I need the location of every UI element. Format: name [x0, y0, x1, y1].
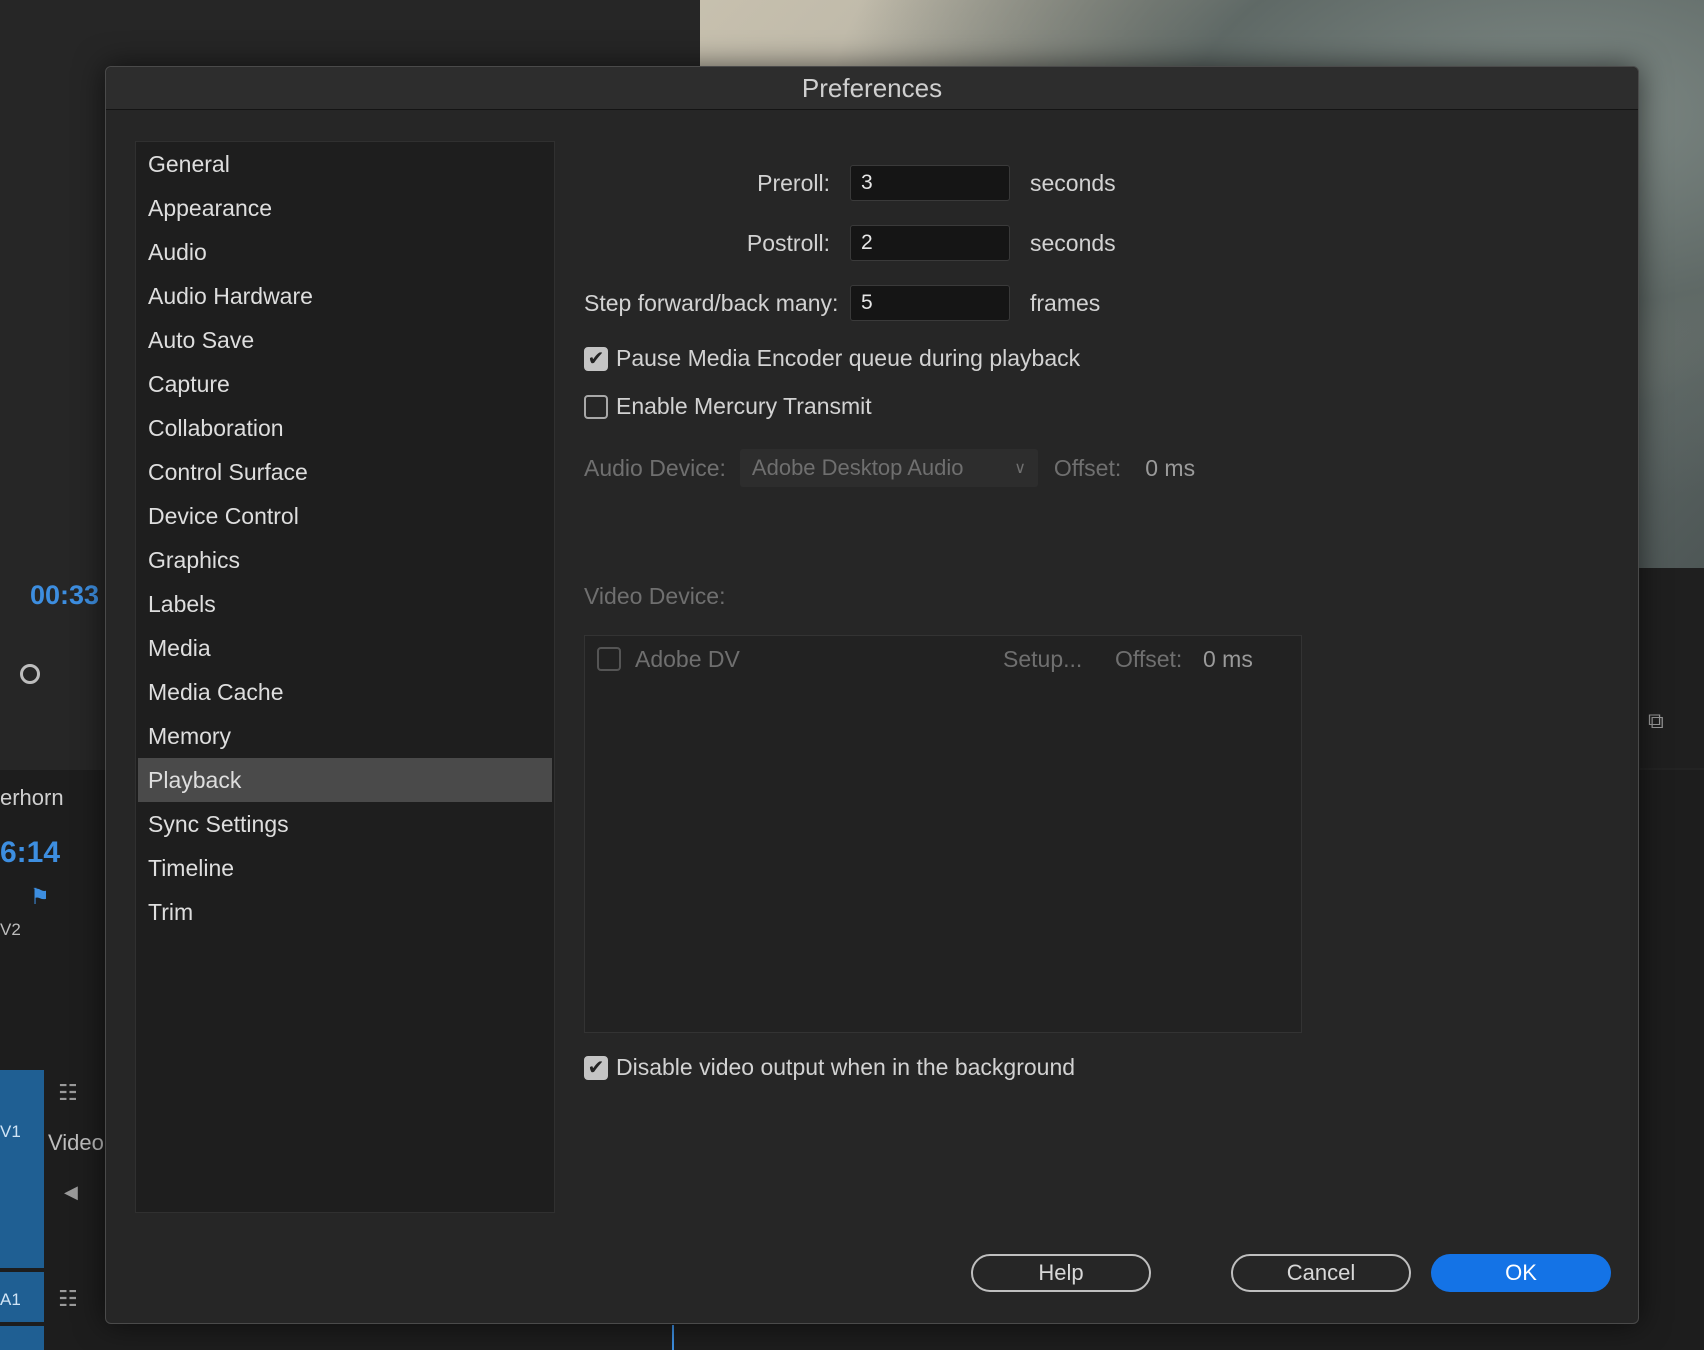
category-item-playback[interactable]: Playback: [138, 758, 552, 802]
export-frame-icon[interactable]: ⧉: [1648, 708, 1664, 734]
video-device-label: Video Device:: [584, 583, 726, 609]
category-item-auto-save[interactable]: Auto Save: [138, 318, 552, 362]
collapse-left-icon[interactable]: ◀: [64, 1182, 78, 1203]
list-item: Adobe DV Setup... Offset: 0 ms: [597, 642, 1287, 676]
postroll-unit: seconds: [1030, 229, 1116, 256]
playhead-handle[interactable]: [20, 664, 40, 684]
snap-icon[interactable]: ⚑: [30, 884, 50, 910]
monitor-tools-area: ⧉: [1640, 568, 1704, 768]
mercury-transmit-checkbox[interactable]: [584, 394, 608, 419]
sequence-name: erhorn: [0, 785, 64, 810]
category-item-trim[interactable]: Trim: [138, 890, 552, 934]
track-v1-target[interactable]: V1: [0, 1070, 44, 1268]
category-item-general[interactable]: General: [138, 142, 552, 186]
track-v1-label: V1: [0, 1122, 21, 1141]
disable-background-output-checkbox[interactable]: ✔: [584, 1055, 608, 1080]
category-item-memory[interactable]: Memory: [138, 714, 552, 758]
track-a2-target[interactable]: [0, 1326, 44, 1350]
chevron-down-icon: ∨: [1014, 460, 1026, 477]
audio-device-dropdown[interactable]: Adobe Desktop Audio ∨: [739, 449, 1038, 487]
category-item-graphics[interactable]: Graphics: [138, 538, 552, 582]
audio-device-label: Audio Device:: [584, 454, 726, 481]
audio-offset-label: Offset:: [1053, 454, 1122, 481]
mercury-transmit-label: Enable Mercury Transmit: [616, 393, 872, 419]
preroll-input[interactable]: [850, 165, 1010, 201]
disable-background-output-label: Disable video output when in the backgro…: [616, 1054, 1076, 1080]
category-item-control-surface[interactable]: Control Surface: [138, 450, 552, 494]
cancel-button[interactable]: Cancel: [1231, 1254, 1411, 1292]
preferences-dialog: Preferences General Appearance Audio Audio …: [105, 66, 1639, 1324]
preroll-unit: seconds: [1030, 169, 1116, 196]
track-settings-icon[interactable]: ☷: [58, 1286, 78, 1312]
track-a1-target[interactable]: A1: [0, 1272, 44, 1322]
category-item-media-cache[interactable]: Media Cache: [138, 670, 552, 714]
category-item-device-control[interactable]: Device Control: [138, 494, 552, 538]
audio-device-value: Adobe Desktop Audio: [751, 455, 964, 480]
step-label: Step forward/back many:: [584, 289, 839, 316]
postroll-label: Postroll:: [746, 229, 830, 256]
track-a1-label: A1: [0, 1290, 21, 1309]
playback-settings: Preroll: seconds Postroll: seconds Step …: [578, 141, 1618, 1211]
category-item-audio[interactable]: Audio: [138, 230, 552, 274]
category-item-capture[interactable]: Capture: [138, 362, 552, 406]
video-device-list: Adobe DV Setup... Offset: 0 ms: [584, 635, 1302, 1033]
pause-encoder-checkbox[interactable]: ✔: [584, 346, 608, 371]
audio-offset-value: 0 ms: [1145, 454, 1196, 481]
program-timecode: 00:33: [30, 580, 100, 610]
preroll-label: Preroll:: [757, 169, 830, 196]
category-item-media[interactable]: Media: [138, 626, 552, 670]
category-item-sync-settings[interactable]: Sync Settings: [138, 802, 552, 846]
track-v2-label: V2: [0, 920, 21, 939]
timeline-playhead-line: [672, 1325, 674, 1350]
dialog-title: Preferences: [106, 67, 1638, 110]
postroll-input[interactable]: [850, 225, 1010, 261]
step-input[interactable]: [850, 285, 1010, 321]
category-item-audio-hardware[interactable]: Audio Hardware: [138, 274, 552, 318]
track-settings-icon[interactable]: ☷: [58, 1080, 78, 1106]
step-unit: frames: [1030, 289, 1101, 316]
device-setup-button[interactable]: Setup...: [1003, 646, 1082, 673]
category-item-timeline[interactable]: Timeline: [138, 846, 552, 890]
video-track-name: Video: [48, 1130, 104, 1155]
device-offset-value: 0 ms: [1203, 645, 1253, 672]
device-offset-label: Offset:: [1115, 645, 1183, 672]
device-name: Adobe DV: [635, 645, 740, 672]
category-item-appearance[interactable]: Appearance: [138, 186, 552, 230]
adobe-dv-checkbox[interactable]: [597, 647, 621, 671]
category-item-labels[interactable]: Labels: [138, 582, 552, 626]
pause-encoder-label: Pause Media Encoder queue during playbac…: [616, 345, 1081, 371]
category-list: General Appearance Audio Audio Hardware Auto…: [135, 141, 555, 1213]
ok-button[interactable]: OK: [1431, 1254, 1611, 1292]
timeline-timecode: 6:14: [0, 836, 61, 869]
help-button[interactable]: Help: [971, 1254, 1151, 1292]
category-item-collaboration[interactable]: Collaboration: [138, 406, 552, 450]
